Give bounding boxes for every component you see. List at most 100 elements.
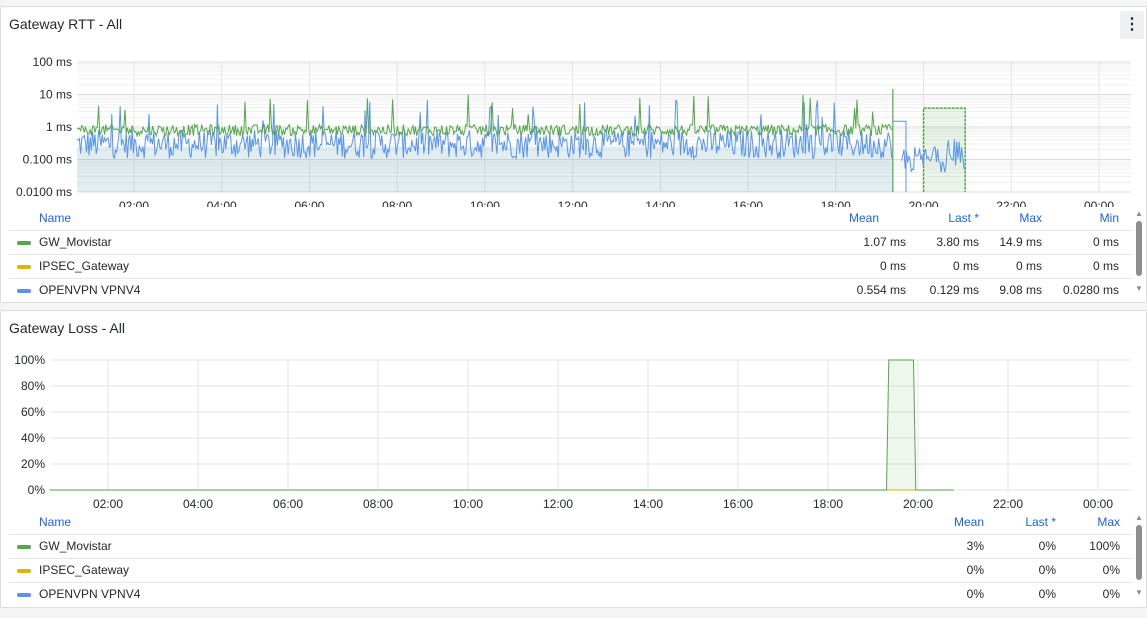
legend-max: 14.9 ms: [999, 235, 1042, 249]
x-tick-label: 06:00: [294, 199, 324, 207]
x-tick-label: 00:00: [1084, 199, 1114, 207]
legend-last: 0.129 ms: [929, 283, 979, 297]
series-color-swatch: [17, 545, 31, 549]
x-tick-label: 04:00: [183, 497, 213, 511]
legend-mean: 0 ms: [879, 259, 906, 273]
scrollbar-thumb[interactable]: [1136, 221, 1142, 276]
x-tick-label: 16:00: [723, 497, 753, 511]
legend-col-last[interactable]: Last *: [986, 511, 1056, 534]
y-tick-label: 100%: [14, 353, 45, 367]
x-tick-label: 02:00: [119, 199, 149, 207]
legend-col-name[interactable]: Name: [39, 511, 71, 534]
x-tick-label: 02:00: [93, 497, 123, 511]
y-tick-label: 40%: [21, 431, 45, 445]
x-tick-label: 18:00: [821, 199, 851, 207]
y-tick-label: 0.100 ms: [23, 153, 72, 167]
legend-col-name[interactable]: Name: [39, 207, 71, 230]
legend-last: 0%: [1038, 539, 1056, 553]
kebab-menu-icon[interactable]: ⋮: [1120, 11, 1144, 39]
gw-loss-area: [49, 360, 954, 490]
x-tick-label: 20:00: [903, 497, 933, 511]
series-color-swatch: [17, 569, 31, 573]
scroll-down-icon[interactable]: ▼: [1134, 284, 1144, 293]
legend-min: 0.0280 ms: [1062, 283, 1119, 297]
legend-row-name[interactable]: OPENVPN VPNV4: [39, 583, 140, 606]
x-tick-label: 22:00: [996, 199, 1026, 207]
loss-chart[interactable]: 100% 80% 60% 40% 20% 0% 02:00 04:00 06:00 08:00 10…: [1, 311, 1146, 511]
legend-min: 0 ms: [1092, 259, 1119, 273]
legend-last: 0%: [1038, 563, 1056, 577]
legend-col-min[interactable]: Min: [1049, 207, 1119, 230]
legend-min: 0 ms: [1092, 235, 1119, 249]
scroll-up-icon[interactable]: ▲: [1134, 513, 1144, 522]
y-tick-label: 10 ms: [39, 88, 72, 102]
legend-col-mean[interactable]: Mean: [914, 511, 984, 534]
x-tick-label: 12:00: [558, 199, 588, 207]
legend-max: 0%: [1102, 587, 1120, 601]
legend-header: Name Mean Last * Max: [9, 511, 1132, 534]
y-tick-label: 80%: [21, 379, 45, 393]
x-tick-label: 12:00: [543, 497, 573, 511]
x-tick-label: 10:00: [470, 199, 500, 207]
legend-last: 0%: [1038, 587, 1056, 601]
series-color-swatch: [17, 593, 31, 597]
scroll-up-icon[interactable]: ▲: [1134, 209, 1144, 218]
legend-row-name[interactable]: GW_Movistar: [39, 535, 112, 558]
y-tick-label: 20%: [21, 457, 45, 471]
legend-mean: 0.554 ms: [856, 283, 906, 297]
legend-row-name[interactable]: OPENVPN VPNV4: [39, 279, 140, 302]
rtt-legend: Name Mean Last * Max Min GW_Movistar 1.0…: [9, 207, 1132, 302]
legend-row-ipsec-gateway[interactable]: IPSEC_Gateway 0 ms 0 ms 0 ms 0 ms: [9, 254, 1132, 278]
loss-legend: Name Mean Last * Max GW_Movistar 3% 0% 1…: [9, 511, 1132, 606]
legend-mean: 3%: [966, 539, 984, 553]
legend-last: 0 ms: [952, 259, 979, 273]
y-tick-label: 0%: [28, 483, 46, 497]
legend-row-name[interactable]: GW_Movistar: [39, 231, 112, 254]
rtt-chart[interactable]: 100 ms 10 ms 1 ms 0.100 ms 0.0100 ms 02:00 04:…: [1, 7, 1146, 207]
gateway-rtt-panel: 100 ms 10 ms 1 ms 0.100 ms 0.0100 ms 02:00 04:…: [0, 6, 1147, 303]
legend-max: 0 ms: [1015, 259, 1042, 273]
series-color-swatch: [17, 241, 31, 245]
legend-col-last[interactable]: Last *: [909, 207, 979, 230]
legend-scrollbar[interactable]: ▲ ▼: [1134, 209, 1144, 297]
legend-row-gw-movistar[interactable]: GW_Movistar 1.07 ms 3.80 ms 14.9 ms 0 ms: [9, 230, 1132, 254]
gw-area-fill: [76, 146, 893, 192]
y-tick-label: 60%: [21, 405, 45, 419]
x-tick-label: 08:00: [382, 199, 412, 207]
legend-header: Name Mean Last * Max Min: [9, 207, 1132, 230]
series-color-swatch: [17, 289, 31, 293]
scrollbar-thumb[interactable]: [1136, 525, 1142, 580]
gateway-loss-panel: 100% 80% 60% 40% 20% 0% 02:00 04:00 06:00 08:00 10…: [0, 310, 1147, 608]
legend-row-gw-movistar[interactable]: GW_Movistar 3% 0% 100%: [9, 534, 1132, 558]
series-line-gw-movistar: [49, 359, 954, 491]
x-tick-label: 08:00: [363, 497, 393, 511]
x-tick-label: 22:00: [993, 497, 1023, 511]
legend-mean: 0%: [966, 587, 984, 601]
legend-mean: 0%: [966, 563, 984, 577]
y-tick-label: 1 ms: [46, 120, 72, 134]
legend-col-max[interactable]: Max: [1050, 511, 1120, 534]
legend-scrollbar[interactable]: ▲ ▼: [1134, 513, 1144, 601]
y-tick-label: 0.0100 ms: [16, 185, 72, 199]
legend-col-mean[interactable]: Mean: [809, 207, 879, 230]
legend-row-name[interactable]: IPSEC_Gateway: [39, 559, 129, 582]
legend-col-max[interactable]: Max: [972, 207, 1042, 230]
legend-last: 3.80 ms: [936, 235, 979, 249]
legend-mean: 1.07 ms: [863, 235, 906, 249]
y-tick-label: 100 ms: [33, 55, 72, 69]
legend-row-openvpn-vpnv4[interactable]: OPENVPN VPNV4 0.554 ms 0.129 ms 9.08 ms …: [9, 278, 1132, 302]
loss-panel-title: Gateway Loss - All: [9, 320, 125, 336]
legend-max: 100%: [1089, 539, 1120, 553]
legend-row-ipsec-gateway[interactable]: IPSEC_Gateway 0% 0% 0%: [9, 558, 1132, 582]
scroll-down-icon[interactable]: ▼: [1134, 588, 1144, 597]
legend-row-openvpn-vpnv4[interactable]: OPENVPN VPNV4 0% 0% 0%: [9, 582, 1132, 606]
x-tick-label: 14:00: [645, 199, 675, 207]
x-tick-label: 04:00: [207, 199, 237, 207]
rtt-panel-title: Gateway RTT - All: [9, 16, 123, 32]
x-tick-label: 16:00: [733, 199, 763, 207]
x-tick-label: 20:00: [909, 199, 939, 207]
x-tick-label: 06:00: [273, 497, 303, 511]
legend-row-name[interactable]: IPSEC_Gateway: [39, 255, 129, 278]
series-color-swatch: [17, 265, 31, 269]
x-tick-label: 14:00: [633, 497, 663, 511]
